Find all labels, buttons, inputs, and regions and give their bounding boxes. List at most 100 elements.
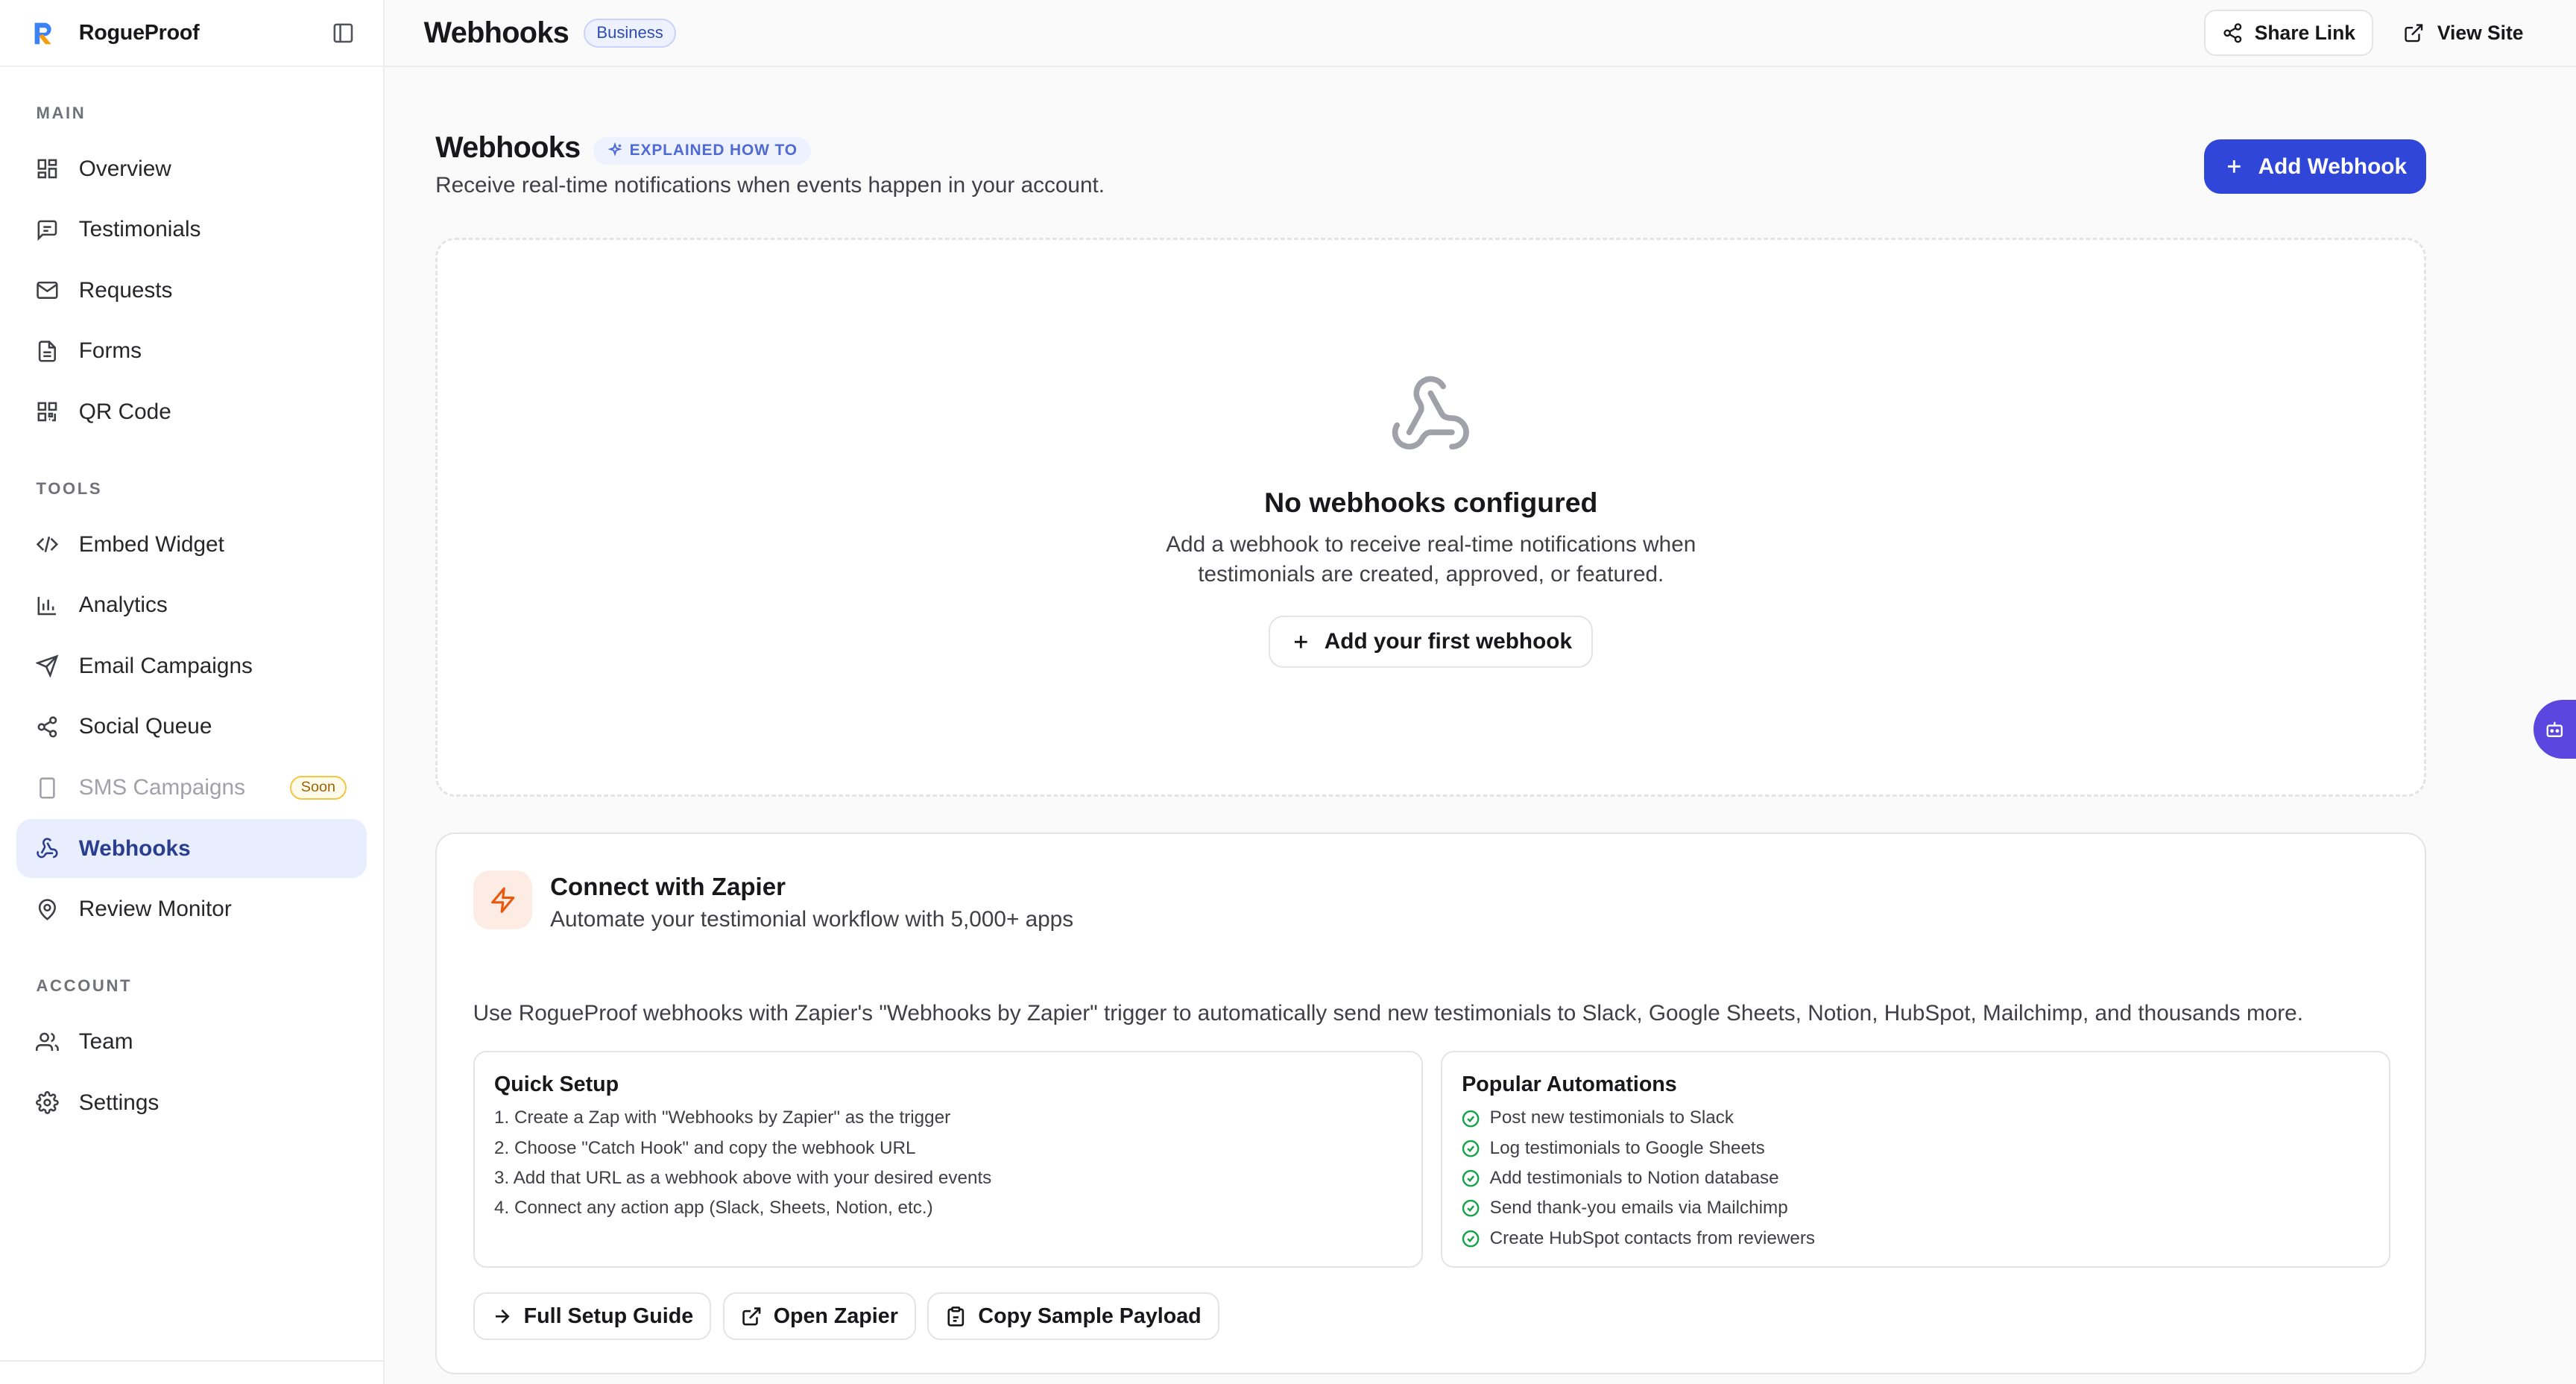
copy-sample-payload-label: Copy Sample Payload — [978, 1304, 1202, 1328]
external-link-icon — [742, 1307, 761, 1326]
bar-chart-icon — [36, 594, 59, 617]
quick-setup-box: Quick Setup 1. Create a Zap with "Webhoo… — [473, 1051, 1423, 1268]
add-first-webhook-button[interactable]: Add your first webhook — [1269, 615, 1594, 669]
sidebar-item-embed-widget[interactable]: Embed Widget — [16, 515, 367, 574]
check-circle-icon — [1462, 1140, 1480, 1157]
sidebar-item-label: Testimonials — [78, 217, 201, 242]
setup-step: 2. Choose "Catch Hook" and copy the webh… — [494, 1137, 916, 1158]
mail-icon — [36, 279, 59, 302]
empty-state-description: Add a webhook to receive real-time notif… — [1166, 532, 1696, 587]
automation-item: Send thank-you emails via Mailchimp — [1462, 1193, 2369, 1223]
check-circle-icon — [1462, 1110, 1480, 1128]
check-circle-icon — [1462, 1169, 1480, 1187]
explained-how-to-badge[interactable]: EXPLAINED HOW TO — [593, 136, 811, 165]
sidebar-item-label: Team — [78, 1029, 133, 1055]
sidebar-item-overview[interactable]: Overview — [16, 139, 367, 198]
zapier-header: Connect with Zapier Automate your testim… — [473, 870, 2389, 932]
sidebar-item-review-monitor[interactable]: Review Monitor — [16, 879, 367, 938]
zapier-card: Connect with Zapier Automate your testim… — [435, 832, 2427, 1375]
sidebar-item-label: Forms — [78, 338, 142, 364]
webhook-icon — [36, 837, 59, 860]
sidebar-item-forms[interactable]: Forms — [16, 322, 367, 381]
zapier-title: Connect with Zapier — [550, 873, 786, 901]
empty-state: No webhooks configured Add a webhook to … — [435, 238, 2427, 797]
sidebar: RogueProof MAIN Overview Testimonials Re… — [0, 0, 385, 1384]
share-icon — [2222, 22, 2244, 44]
automation-item: Add testimonials to Notion database — [1462, 1163, 2369, 1193]
sidebar-item-social-queue[interactable]: Social Queue — [16, 698, 367, 756]
sidebar-item-label: Analytics — [78, 593, 168, 618]
automation-item: Log testimonials to Google Sheets — [1462, 1134, 2369, 1163]
sidebar-item-webhooks[interactable]: Webhooks — [16, 818, 367, 879]
sidebar-item-testimonials[interactable]: Testimonials — [16, 200, 367, 259]
full-setup-guide-label: Full Setup Guide — [523, 1304, 694, 1328]
section-label-tools: TOOLS — [36, 479, 103, 499]
sidebar-item-settings[interactable]: Settings — [16, 1073, 367, 1132]
code-icon — [36, 533, 59, 556]
sidebar-item-label: Settings — [78, 1090, 160, 1115]
plus-icon — [2228, 160, 2241, 174]
automation-item: Post new testimonials to Slack — [1462, 1103, 2369, 1133]
empty-state-title: No webhooks configured — [1264, 486, 1598, 518]
sidebar-item-label: Review Monitor — [78, 897, 232, 922]
sidebar-item-email-campaigns[interactable]: Email Campaigns — [16, 636, 367, 695]
sidebar-item-sms-campaigns: SMS Campaigns Soon — [16, 758, 367, 817]
brand-bar: RogueProof — [0, 0, 383, 68]
rogueproof-logo-icon[interactable] — [30, 18, 60, 48]
bot-icon — [2546, 722, 2563, 738]
sidebar-item-label: QR Code — [78, 399, 171, 424]
sidebar-item-requests[interactable]: Requests — [16, 261, 367, 320]
popular-automations-title: Popular Automations — [1462, 1072, 1677, 1096]
grid-icon — [36, 157, 59, 180]
popular-automations-box: Popular Automations Post new testimonial… — [1440, 1051, 2390, 1268]
add-webhook-button[interactable]: Add Webhook — [2203, 139, 2427, 195]
sidebar-item-team[interactable]: Team — [16, 1012, 367, 1071]
zapier-info-grid: Quick Setup 1. Create a Zap with "Webhoo… — [473, 1051, 2390, 1268]
copy-sample-payload-button[interactable]: Copy Sample Payload — [927, 1292, 1219, 1341]
sidebar-item-label: Webhooks — [78, 835, 191, 861]
share-icon — [36, 715, 59, 739]
clipboard-icon — [947, 1306, 965, 1327]
setup-step: 3. Add that URL as a webhook above with … — [494, 1168, 992, 1189]
automation-item: Create HubSpot contacts from reviewers — [1462, 1224, 2369, 1254]
automation-label: Log testimonials to Google Sheets — [1489, 1137, 1765, 1158]
sidebar-item-label: Requests — [78, 277, 173, 303]
sidebar-footer-divider — [0, 1360, 385, 1362]
automation-label: Send thank-you emails via Mailchimp — [1489, 1198, 1788, 1219]
setup-step: 4. Connect any action app (Slack, Sheets… — [494, 1198, 933, 1219]
sidebar-item-label: Overview — [78, 156, 171, 181]
zapier-subtitle: Automate your testimonial workflow with … — [550, 906, 1074, 932]
sidebar-item-analytics[interactable]: Analytics — [16, 576, 367, 635]
add-webhook-label: Add Webhook — [2258, 154, 2407, 179]
share-link-button[interactable]: Share Link — [2203, 10, 2373, 57]
full-setup-guide-button[interactable]: Full Setup Guide — [473, 1292, 712, 1341]
gear-icon — [36, 1091, 60, 1115]
setup-step: 1. Create a Zap with "Webhooks by Zapier… — [494, 1107, 951, 1128]
zapier-description: Use RogueProof webhooks with Zapier's "W… — [473, 1001, 2303, 1026]
quick-setup-title: Quick Setup — [494, 1072, 619, 1096]
soon-badge: Soon — [289, 776, 347, 800]
zapier-actions: Full Setup Guide Open Zapier Copy Sample… — [473, 1292, 2389, 1341]
section-title: Webhooks — [435, 131, 581, 165]
sidebar-toggle-icon[interactable] — [330, 20, 356, 46]
check-circle-icon — [1462, 1199, 1480, 1217]
sidebar-item-qr-code[interactable]: QR Code — [16, 382, 367, 441]
zap-icon — [473, 870, 532, 929]
sparkles-icon — [607, 142, 622, 157]
smartphone-icon — [36, 777, 59, 800]
webhook-icon — [1392, 376, 1470, 449]
view-site-label: View Site — [2437, 21, 2524, 44]
view-site-button[interactable]: View Site — [2390, 10, 2536, 56]
sidebar-item-label: Email Campaigns — [78, 653, 253, 678]
assistant-launcher-button[interactable] — [2533, 699, 2576, 759]
open-zapier-button[interactable]: Open Zapier — [722, 1292, 916, 1341]
message-square-icon — [36, 218, 59, 241]
users-icon — [36, 1031, 60, 1054]
arrow-right-icon — [495, 1309, 510, 1324]
plan-badge: Business — [583, 18, 677, 48]
section-label-main: MAIN — [36, 103, 86, 122]
qr-code-icon — [36, 400, 59, 423]
automation-label: Add testimonials to Notion database — [1489, 1168, 1779, 1189]
top-bar: Webhooks Business Share Link View Site — [384, 0, 2576, 68]
sidebar-item-label: SMS Campaigns — [78, 774, 245, 800]
